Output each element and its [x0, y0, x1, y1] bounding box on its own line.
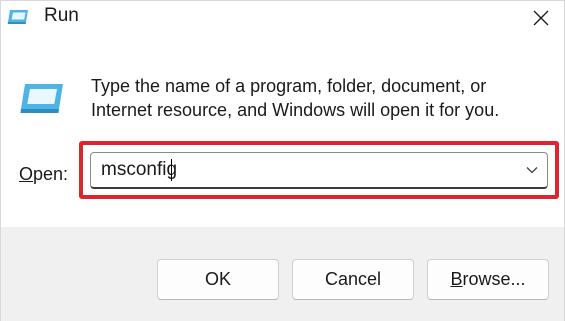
- title-bar: Run: [1, 1, 564, 39]
- run-program-icon: [20, 84, 63, 113]
- open-input[interactable]: [101, 153, 501, 187]
- chevron-down-icon: [526, 167, 538, 174]
- button-bar: OK Cancel Browse...: [1, 227, 564, 321]
- browse-label: rowse...: [462, 269, 526, 289]
- window-title: Run: [44, 5, 79, 26]
- open-label-text: pen:: [33, 164, 69, 184]
- close-icon: [533, 10, 549, 26]
- browse-mnemonic: B: [450, 269, 463, 289]
- close-button[interactable]: [518, 1, 564, 35]
- open-label: Open:: [19, 163, 68, 185]
- run-app-icon: [7, 10, 28, 24]
- description-line-1: Type the name of a program, folder, docu…: [91, 76, 487, 96]
- ok-button[interactable]: OK: [157, 259, 279, 300]
- cancel-button[interactable]: Cancel: [292, 259, 414, 300]
- dropdown-button[interactable]: [523, 161, 541, 179]
- dialog-content: Type the name of a program, folder, docu…: [1, 39, 564, 227]
- text-caret: [171, 159, 172, 181]
- description-line-2: Internet resource, and Windows will open…: [91, 100, 500, 120]
- dialog-description: Type the name of a program, folder, docu…: [91, 74, 551, 122]
- run-dialog: Run Type the name of a program, folder, …: [0, 0, 565, 321]
- open-combobox[interactable]: [90, 152, 548, 189]
- browse-button[interactable]: Browse...: [427, 259, 549, 300]
- open-label-mnemonic: O: [19, 164, 34, 184]
